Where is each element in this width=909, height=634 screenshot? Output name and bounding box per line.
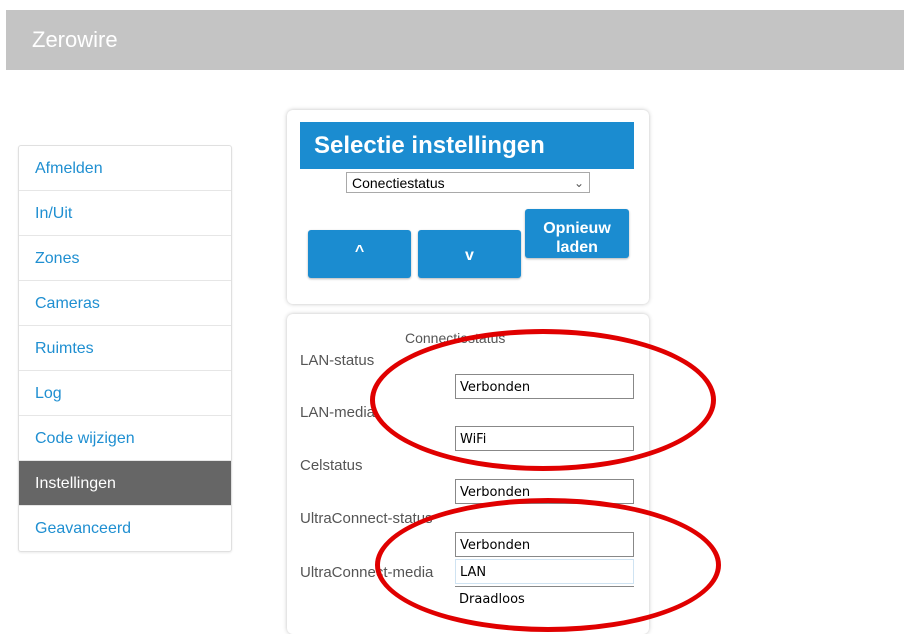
sidebar-item-cameras[interactable]: Cameras (19, 281, 231, 326)
sidebar-item-afmelden[interactable]: Afmelden (19, 146, 231, 191)
settings-select-value: Conectiestatus (352, 175, 445, 191)
ultraconnect-status-label: UltraConnect-status (300, 510, 433, 527)
next-button[interactable]: v (418, 230, 521, 278)
previous-button[interactable]: ^ (308, 230, 411, 278)
top-bar: Zerowire (6, 10, 904, 70)
ultraconnect-media-label: UltraConnect-media (300, 564, 434, 581)
sidebar-item-geavanceerd[interactable]: Geavanceerd (19, 506, 231, 551)
settings-select[interactable]: Conectiestatus ⌄ (346, 172, 590, 193)
sidebar-item-zones[interactable]: Zones (19, 236, 231, 281)
lan-media-label: LAN-media (300, 404, 376, 421)
ultraconnect-media-value-alt: Draadloos (455, 586, 634, 611)
lan-status-value: Verbonden (455, 374, 634, 399)
sidebar-item-instellingen[interactable]: Instellingen (19, 461, 231, 506)
connection-status-panel: Connectiestatus LAN-status Verbonden LAN… (287, 314, 649, 634)
sidebar-item-log[interactable]: Log (19, 371, 231, 416)
lan-media-value: WiFi (455, 426, 634, 451)
settings-selection-panel: Selectie instellingen Conectiestatus ⌄ ^… (287, 110, 649, 304)
cel-status-label: Celstatus (300, 457, 363, 474)
chevron-down-icon: ⌄ (573, 176, 584, 190)
reload-button[interactable]: Opnieuw laden (525, 209, 629, 258)
status-panel-title: Connectiestatus (405, 330, 506, 346)
sidebar: Afmelden In/Uit Zones Cameras Ruimtes Lo… (18, 145, 232, 552)
sidebar-item-in-uit[interactable]: In/Uit (19, 191, 231, 236)
cel-status-value: Verbonden (455, 479, 634, 504)
app-title: Zerowire (32, 27, 118, 52)
sidebar-item-ruimtes[interactable]: Ruimtes (19, 326, 231, 371)
sidebar-item-code-wijzigen[interactable]: Code wijzigen (19, 416, 231, 461)
ultraconnect-media-value: LAN (455, 559, 634, 584)
ultraconnect-status-value: Verbonden (455, 532, 634, 557)
settings-panel-header: Selectie instellingen (300, 122, 634, 169)
lan-status-label: LAN-status (300, 352, 375, 369)
